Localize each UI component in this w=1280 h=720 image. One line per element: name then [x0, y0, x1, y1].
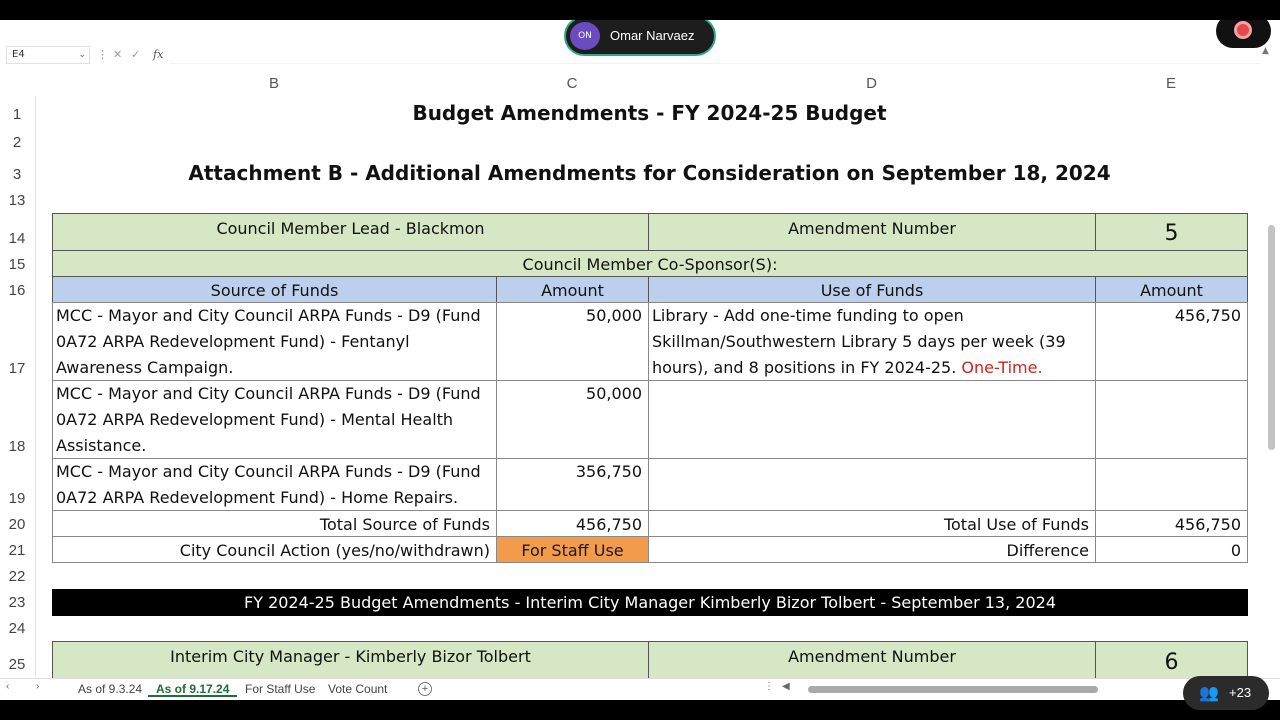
participants-button[interactable]: 👥 +23 [1183, 676, 1269, 710]
source-cell[interactable]: MCC - Mayor and City Council ARPA Funds … [52, 302, 497, 381]
header-use-of-funds[interactable]: Use of Funds [648, 276, 1096, 303]
header-amount[interactable]: Amount [496, 276, 649, 303]
amendment-number-label[interactable]: Amendment Number [648, 213, 1096, 251]
total-source-label[interactable]: Total Source of Funds [52, 510, 497, 537]
row-header[interactable]: 16 [0, 282, 34, 299]
total-use-value[interactable]: 456,750 [1095, 510, 1248, 537]
source-cell[interactable]: MCC - Mayor and City Council ARPA Funds … [52, 380, 497, 459]
row-header[interactable]: 17 [0, 360, 34, 377]
row-header[interactable]: 2 [0, 134, 34, 151]
people-icon: 👥 [1199, 685, 1219, 702]
row-header[interactable]: 23 [0, 594, 34, 611]
row-header[interactable]: 14 [0, 230, 34, 247]
row-header[interactable]: 1 [0, 106, 34, 123]
more-icon[interactable]: ⋮ [764, 681, 774, 692]
participants-count: +23 [1229, 685, 1252, 700]
amendment-number-2[interactable]: 6 [1095, 641, 1248, 681]
use-amount-cell[interactable] [1095, 458, 1248, 511]
use-cell[interactable]: Library - Add one-time funding to open S… [648, 302, 1096, 381]
use-amount-cell[interactable]: 456,750 [1095, 302, 1248, 381]
sheet-grid: 1 2 3 13 14 15 16 17 18 19 20 21 22 23 2… [0, 20, 1280, 700]
use-amount-cell[interactable] [1095, 380, 1248, 459]
row-header[interactable]: 24 [0, 620, 34, 637]
difference-value[interactable]: 0 [1095, 536, 1248, 563]
amount-cell[interactable]: 356,750 [496, 458, 649, 511]
tab-vote-count[interactable]: Vote Count [320, 681, 395, 697]
amendment-number-label-2[interactable]: Amendment Number [648, 641, 1096, 681]
source-cell[interactable]: MCC - Mayor and City Council ARPA Funds … [52, 458, 497, 511]
sheet-title[interactable]: Budget Amendments - FY 2024-25 Budget [52, 98, 1247, 128]
row-header[interactable]: 20 [0, 516, 34, 533]
total-source-value[interactable]: 456,750 [496, 510, 649, 537]
amount-cell[interactable]: 50,000 [496, 380, 649, 459]
row-header[interactable]: 3 [0, 166, 34, 183]
use-cell[interactable] [648, 380, 1096, 459]
row-header[interactable]: 25 [0, 656, 34, 673]
scroll-left-icon[interactable]: ◀ [782, 681, 790, 692]
vertical-scrollbar[interactable] [1268, 225, 1275, 450]
header-amount-2[interactable]: Amount [1095, 276, 1248, 303]
action-value[interactable]: For Staff Use [496, 536, 649, 563]
row-header[interactable]: 19 [0, 490, 34, 507]
total-use-label[interactable]: Total Use of Funds [648, 510, 1096, 537]
row-header[interactable]: 18 [0, 438, 34, 455]
row-header[interactable]: 13 [0, 192, 34, 209]
row-header[interactable]: 21 [0, 542, 34, 559]
one-time-note: One-Time. [961, 358, 1043, 377]
header-source-of-funds[interactable]: Source of Funds [52, 276, 497, 303]
row-header[interactable]: 15 [0, 256, 34, 273]
attachment-title[interactable]: Attachment B - Additional Amendments for… [52, 158, 1247, 188]
tab-as-of-9-17-24[interactable]: As of 9.17.24 [148, 681, 238, 697]
sheet-tabs: ‹ › As of 9.3.24 As of 9.17.24 For Staff… [0, 678, 1280, 700]
section-header[interactable]: FY 2024-25 Budget Amendments - Interim C… [52, 589, 1248, 616]
row-header[interactable]: 22 [0, 568, 34, 585]
difference-label[interactable]: Difference [648, 536, 1096, 563]
amount-cell[interactable]: 50,000 [496, 302, 649, 381]
spreadsheet-app: E4 ⌄ ⋮ ✕ ✓ fx ▲ ON Omar Narvaez B C D E 1… [0, 20, 1280, 700]
amendment-number[interactable]: 5 [1095, 213, 1248, 251]
cosponsor-cell[interactable]: Council Member Co-Sponsor(S): [52, 250, 1248, 277]
horizontal-scrollbar[interactable] [808, 686, 1098, 693]
tab-prev-icon[interactable]: ‹ [6, 681, 9, 692]
use-cell[interactable] [648, 458, 1096, 511]
tab-next-icon[interactable]: › [36, 681, 39, 692]
tab-as-of-9-3-24[interactable]: As of 9.3.24 [70, 681, 150, 697]
lead-cell[interactable]: Council Member Lead - Blackmon [52, 213, 649, 251]
action-label[interactable]: City Council Action (yes/no/withdrawn) [52, 536, 497, 563]
lead-cell-2[interactable]: Interim City Manager - Kimberly Bizor To… [52, 641, 649, 681]
tab-for-staff-use[interactable]: For Staff Use [237, 681, 323, 697]
add-sheet-icon[interactable]: + [418, 682, 432, 696]
